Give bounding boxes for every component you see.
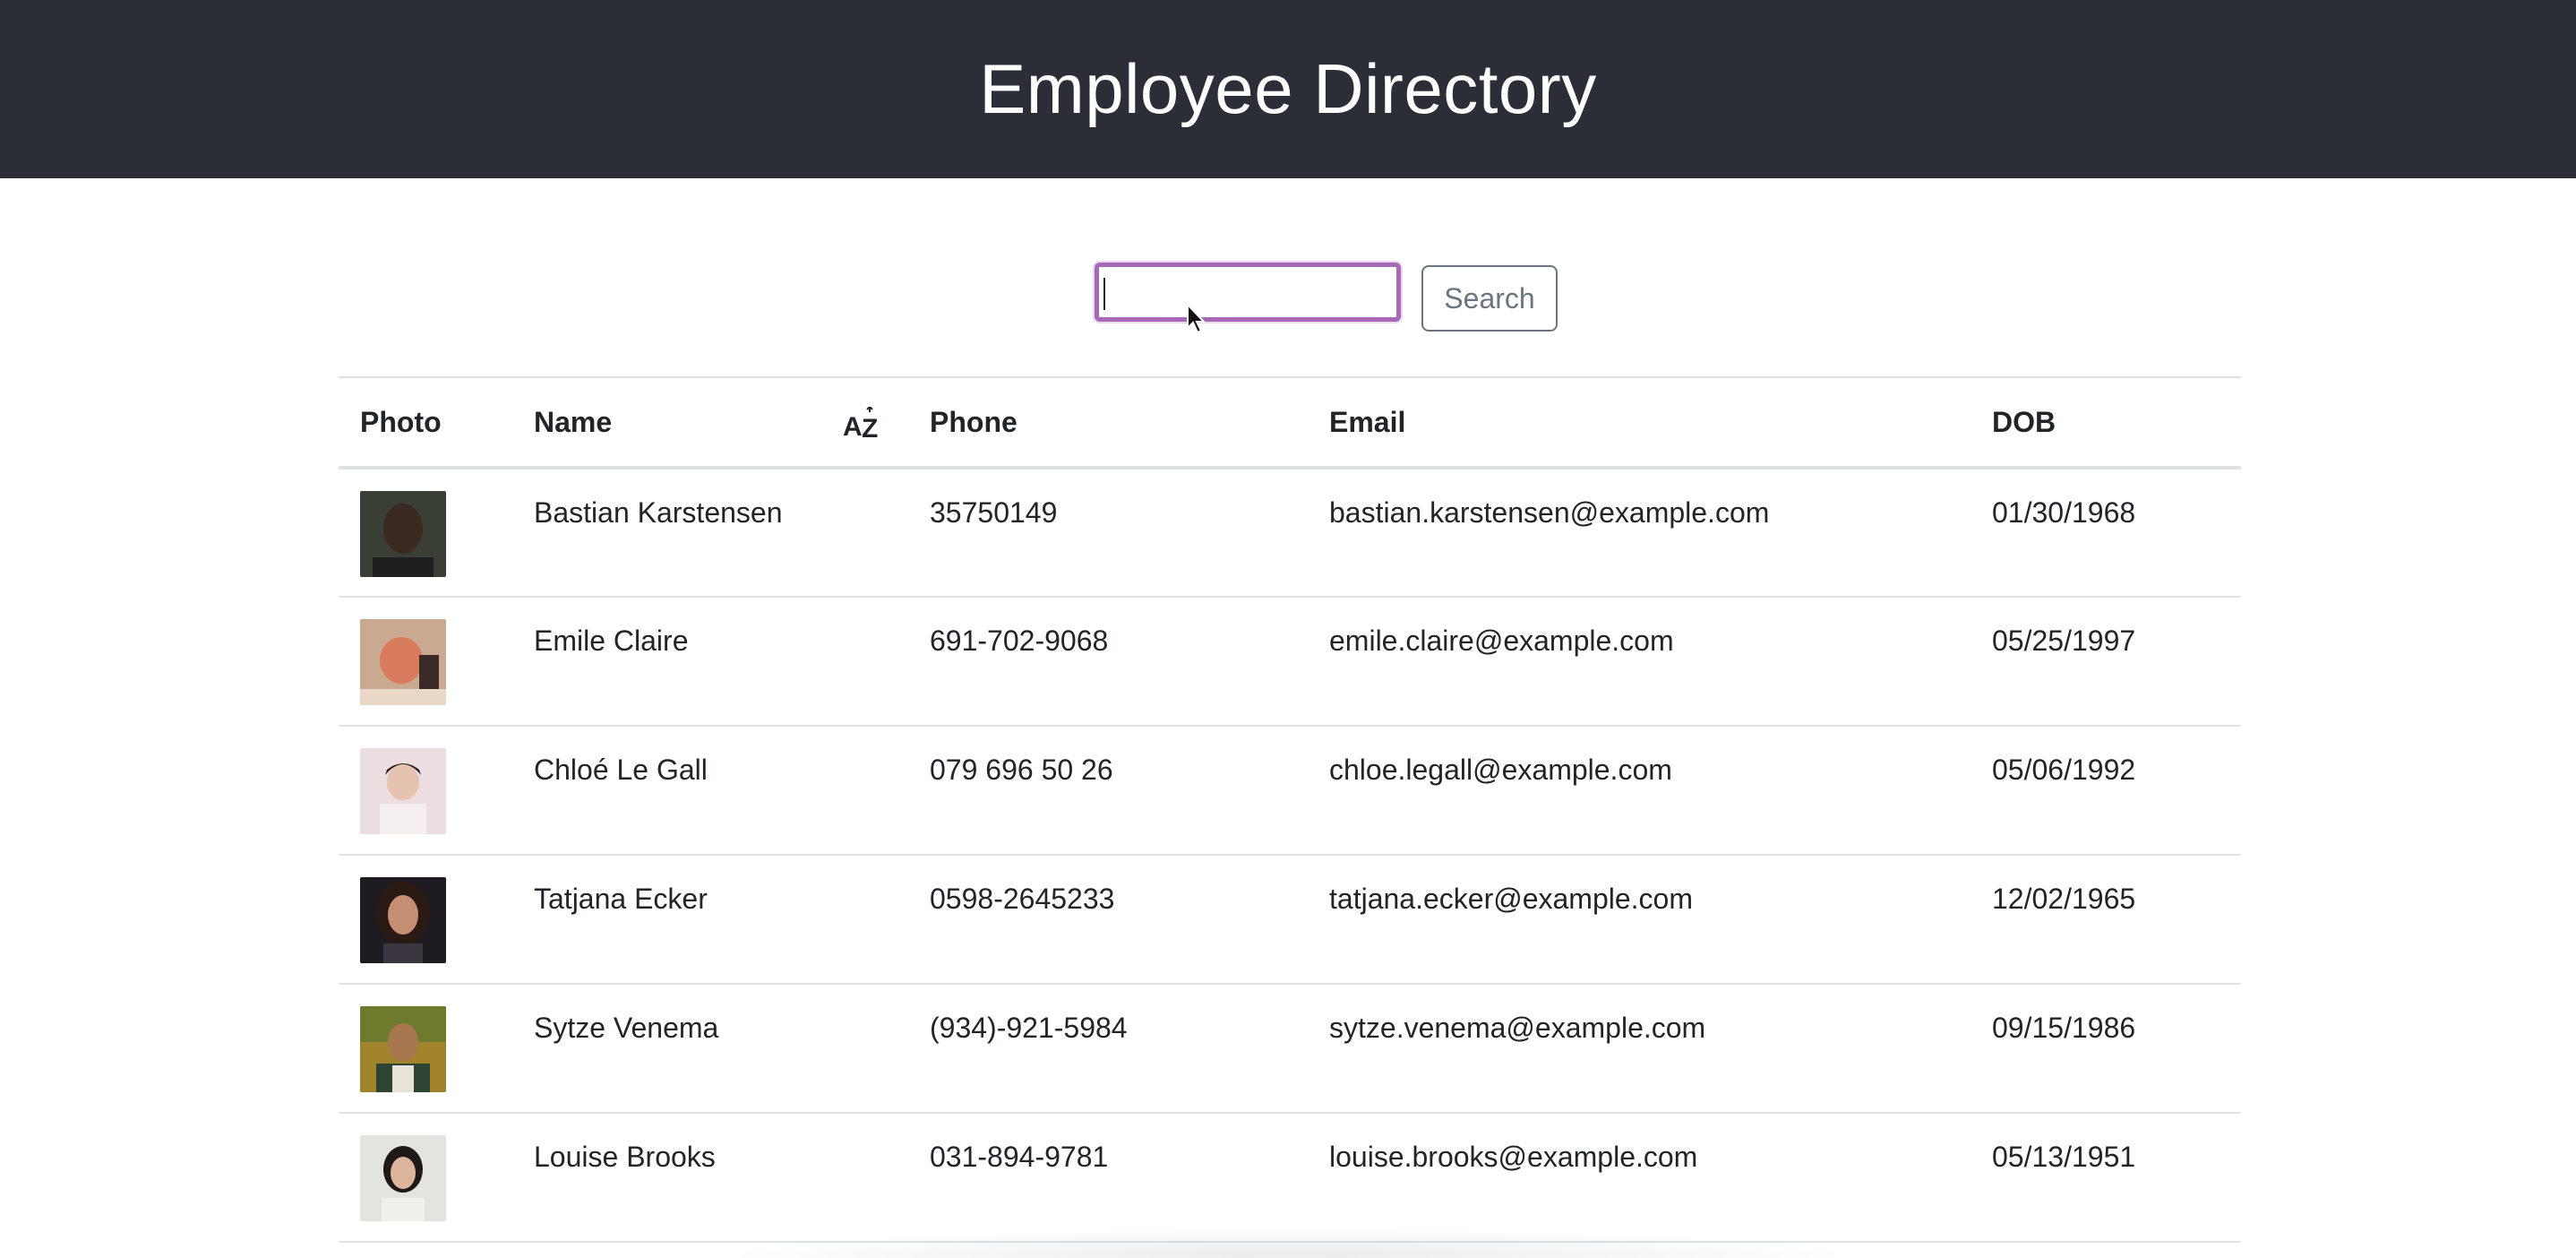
phone-cell: (934)-921-5984 (908, 984, 1308, 1114)
email-cell: chloe.legall@example.com (1308, 726, 1971, 856)
photo-cell (339, 1113, 512, 1243)
name-cell: Tatjana Ecker (512, 855, 908, 985)
name-cell: Sytze Venema (512, 984, 908, 1114)
avatar (360, 877, 446, 963)
table-row: Chloé Le Gall 079 696 50 26 chloe.legall… (339, 726, 2241, 856)
email-cell: bastian.karstensen@example.com (1308, 468, 1971, 598)
phone-cell: 691-702-9068 (908, 597, 1308, 727)
table-row: Bastian Karstensen 35750149 bastian.kars… (339, 468, 2241, 598)
phone-cell: 079 696 50 26 (908, 726, 1308, 856)
search-input[interactable] (1095, 263, 1401, 322)
page-header: Employee Directory (0, 0, 2576, 178)
dob-cell: 12/02/1965 (1971, 855, 2241, 985)
avatar (360, 619, 446, 705)
email-cell: louise.brooks@example.com (1308, 1113, 1971, 1243)
table-row: Sytze Venema (934)-921-5984 sytze.venema… (339, 984, 2241, 1114)
page-title: Employee Directory (979, 49, 1597, 128)
search-bar: Search (0, 260, 2576, 334)
name-cell: Chloé Le Gall (512, 726, 908, 856)
dob-cell: 01/30/1968 (1971, 468, 2241, 598)
email-cell: tatjana.ecker@example.com (1308, 855, 1971, 985)
dob-cell: 05/25/1997 (1971, 597, 2241, 727)
table-row: Tatjana Ecker 0598-2645233 tatjana.ecker… (339, 855, 2241, 985)
column-header-email: Email (1308, 376, 1971, 470)
avatar (360, 1135, 446, 1221)
phone-cell: 0598-2645233 (908, 855, 1308, 985)
sort-alpha-az-icon[interactable]: A Z (842, 407, 881, 443)
photo-cell (339, 984, 512, 1114)
search-button[interactable]: Search (1421, 265, 1558, 332)
photo-cell (339, 726, 512, 856)
avatar (360, 1006, 446, 1092)
email-cell: emile.claire@example.com (1308, 597, 1971, 727)
svg-text:A: A (843, 412, 863, 442)
phone-cell: 35750149 (908, 468, 1308, 598)
employee-table: Photo Name A Z Phone Email DOB Bastian K… (339, 376, 2241, 1243)
table-row: Emile Claire 691-702-9068 emile.claire@e… (339, 597, 2241, 727)
table-row: Louise Brooks 031-894-9781 louise.brooks… (339, 1113, 2241, 1243)
text-caret (1103, 278, 1105, 310)
svg-text:Z: Z (862, 414, 878, 443)
column-header-photo: Photo (339, 376, 512, 470)
app-window: Employee Directory Search Photo Name A Z (0, 0, 2576, 1258)
mouse-pointer-icon (1187, 303, 1206, 334)
photo-cell (339, 855, 512, 985)
table-header-row: Photo Name A Z Phone Email DOB (339, 376, 2241, 470)
dob-cell: 09/15/1986 (1971, 984, 2241, 1114)
name-cell: Louise Brooks (512, 1113, 908, 1243)
photo-cell (339, 468, 512, 598)
column-header-phone: Phone (908, 376, 1308, 470)
name-cell: Emile Claire (512, 597, 908, 727)
avatar (360, 491, 446, 577)
phone-cell: 031-894-9781 (908, 1113, 1308, 1243)
column-header-name-label: Name (534, 405, 613, 438)
name-cell: Bastian Karstensen (512, 468, 908, 598)
avatar (360, 748, 446, 834)
column-header-name[interactable]: Name A Z (512, 376, 908, 470)
dob-cell: 05/13/1951 (1971, 1113, 2241, 1243)
column-header-dob: DOB (1971, 376, 2241, 470)
email-cell: sytze.venema@example.com (1308, 984, 1971, 1114)
dob-cell: 05/06/1992 (1971, 726, 2241, 856)
photo-cell (339, 597, 512, 727)
